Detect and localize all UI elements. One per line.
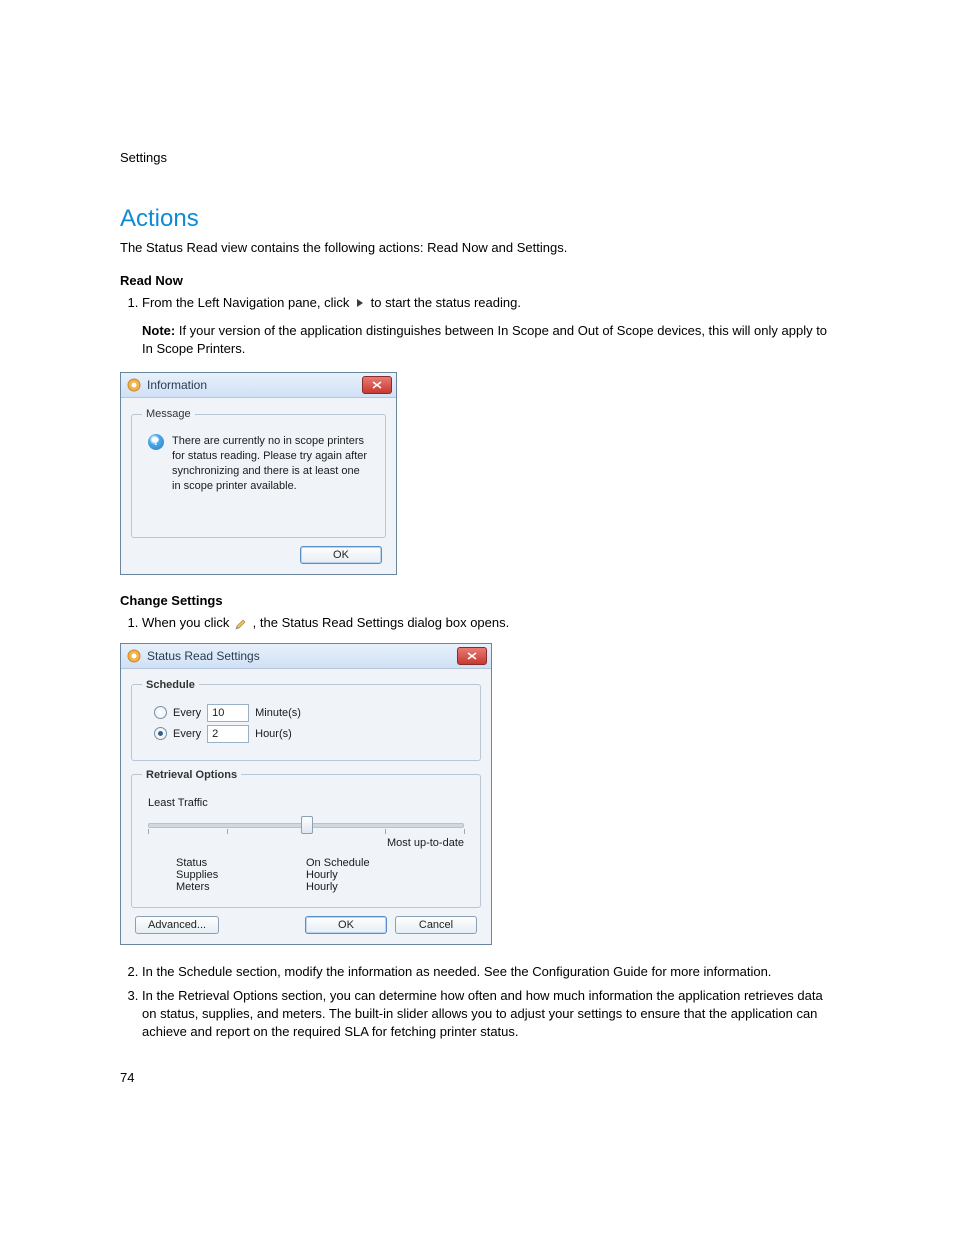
minutes-input[interactable]: 10 bbox=[207, 704, 249, 722]
step-text: , the Status Read Settings dialog box op… bbox=[253, 615, 510, 630]
step-text: to start the status reading. bbox=[371, 295, 521, 310]
message-group: Message ? There are currently no in scop… bbox=[131, 408, 386, 538]
read-now-steps: From the Left Navigation pane, click to … bbox=[120, 294, 834, 312]
advanced-button[interactable]: Advanced... bbox=[135, 916, 219, 934]
read-now-heading: Read Now bbox=[120, 273, 834, 288]
dialog-titlebar: Information bbox=[121, 373, 396, 398]
page-header: Settings bbox=[120, 150, 834, 165]
cancel-button[interactable]: Cancel bbox=[395, 916, 477, 934]
meters-value: Hourly bbox=[306, 881, 338, 893]
meters-label: Meters bbox=[176, 881, 306, 893]
close-button[interactable] bbox=[362, 376, 392, 394]
every-label: Every bbox=[173, 707, 201, 719]
retrieval-group: Retrieval Options Least Traffic Most up-… bbox=[131, 769, 481, 908]
schedule-group: Schedule Every 10 Minute(s) Every 2 Hour… bbox=[131, 679, 481, 761]
change-settings-step-3: In the Retrieval Options section, you ca… bbox=[142, 987, 834, 1042]
dialog-title: Status Read Settings bbox=[147, 649, 451, 663]
pencil-icon bbox=[235, 618, 247, 630]
status-label: Status bbox=[176, 857, 306, 869]
ok-button[interactable]: OK bbox=[305, 916, 387, 934]
retrieval-slider[interactable] bbox=[148, 815, 464, 835]
dialog-titlebar: Status Read Settings bbox=[121, 644, 491, 669]
app-icon bbox=[127, 378, 141, 392]
group-legend: Schedule bbox=[142, 679, 199, 691]
group-legend: Retrieval Options bbox=[142, 769, 241, 781]
slider-thumb[interactable] bbox=[301, 816, 313, 834]
dialog-title: Information bbox=[147, 378, 356, 392]
information-dialog: Information Message ? There are currentl… bbox=[120, 372, 397, 575]
step-text: From the Left Navigation pane, click bbox=[142, 295, 353, 310]
change-settings-step-2: In the Schedule section, modify the info… bbox=[142, 963, 834, 981]
retrieval-table: StatusOn Schedule SuppliesHourly MetersH… bbox=[176, 857, 466, 893]
message-text: There are currently no in scope printers… bbox=[172, 434, 369, 493]
read-now-step-1: From the Left Navigation pane, click to … bbox=[142, 294, 834, 312]
change-settings-steps: When you click , the Status Read Setting… bbox=[120, 614, 834, 632]
page-number: 74 bbox=[120, 1070, 134, 1085]
ok-button[interactable]: OK bbox=[300, 546, 382, 564]
least-traffic-label: Least Traffic bbox=[148, 797, 464, 809]
info-icon: ? bbox=[148, 434, 164, 450]
step-text: When you click bbox=[142, 615, 233, 630]
change-settings-step-1: When you click , the Status Read Setting… bbox=[142, 614, 834, 632]
play-icon bbox=[355, 298, 365, 308]
most-uptodate-label: Most up-to-date bbox=[148, 837, 464, 849]
minutes-unit: Minute(s) bbox=[255, 707, 301, 719]
note-label: Note: bbox=[142, 323, 175, 338]
note-block: Note: If your version of the application… bbox=[142, 322, 834, 358]
status-read-settings-dialog: Status Read Settings Schedule Every 10 M… bbox=[120, 643, 492, 945]
app-icon bbox=[127, 649, 141, 663]
group-legend: Message bbox=[142, 408, 195, 420]
close-button[interactable] bbox=[457, 647, 487, 665]
note-text: If your version of the application disti… bbox=[142, 323, 827, 356]
radio-minutes[interactable] bbox=[154, 706, 167, 719]
hours-input[interactable]: 2 bbox=[207, 725, 249, 743]
intro-text: The Status Read view contains the follow… bbox=[120, 239, 834, 257]
hours-unit: Hour(s) bbox=[255, 728, 292, 740]
schedule-row-minutes: Every 10 Minute(s) bbox=[154, 704, 470, 722]
supplies-value: Hourly bbox=[306, 869, 338, 881]
status-value: On Schedule bbox=[306, 857, 370, 869]
every-label: Every bbox=[173, 728, 201, 740]
radio-hours[interactable] bbox=[154, 727, 167, 740]
section-title: Actions bbox=[120, 205, 834, 233]
change-settings-steps-cont: In the Schedule section, modify the info… bbox=[120, 963, 834, 1042]
change-settings-heading: Change Settings bbox=[120, 593, 834, 608]
schedule-row-hours: Every 2 Hour(s) bbox=[154, 725, 470, 743]
supplies-label: Supplies bbox=[176, 869, 306, 881]
